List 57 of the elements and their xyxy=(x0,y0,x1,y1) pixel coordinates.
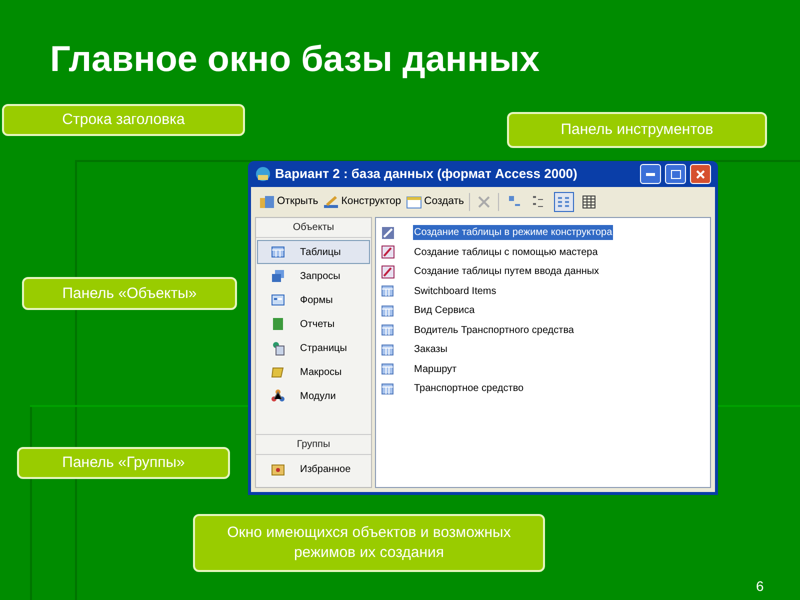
object-type-item[interactable]: Модули xyxy=(257,384,370,408)
table-icon xyxy=(380,322,396,338)
object-type-item[interactable]: Запросы xyxy=(257,264,370,288)
pane-header: Объекты xyxy=(256,218,371,238)
maximize-button[interactable] xyxy=(665,164,686,184)
table-icon xyxy=(380,380,396,397)
table-icon xyxy=(380,361,396,378)
wizard-icon xyxy=(380,244,396,260)
new-table-icon xyxy=(406,194,422,210)
slide-title: Главное окно базы данных xyxy=(50,37,540,81)
view-button[interactable] xyxy=(554,192,574,212)
object-type-item[interactable]: Страницы xyxy=(257,336,370,360)
page-number: 6 xyxy=(756,577,764,596)
globe-page-icon xyxy=(270,340,286,356)
callout: Окно имеющихся объектов и возможных режимов их создания xyxy=(193,514,545,572)
close-icon xyxy=(696,170,705,178)
table-icon xyxy=(380,283,396,300)
callout: Строка заголовка xyxy=(2,104,245,136)
list-item[interactable]: Вид Сервиса xyxy=(413,303,476,318)
details-view-icon xyxy=(581,194,598,210)
delete-icon xyxy=(478,196,490,208)
object-type-item[interactable]: Таблицы xyxy=(257,240,370,264)
design-button[interactable]: Конструктор xyxy=(323,194,402,210)
pencil-ruler-icon xyxy=(323,194,340,210)
callout: Панель инструментов xyxy=(507,112,767,148)
new-button[interactable]: Создать xyxy=(406,194,464,210)
database-icon xyxy=(255,166,271,182)
list-item[interactable]: Транспортное средство xyxy=(413,381,525,396)
object-type-item[interactable]: Макросы xyxy=(257,360,370,384)
callout: Панель «Объекты» xyxy=(22,277,237,310)
object-type-item[interactable]: Отчеты xyxy=(257,312,370,336)
table-icon xyxy=(270,244,286,260)
stacked-windows-icon xyxy=(270,268,286,284)
list-item[interactable]: Маршрут xyxy=(413,362,458,377)
restore-icon xyxy=(670,170,680,178)
molecule-icon xyxy=(270,388,286,404)
close-button[interactable] xyxy=(690,164,711,184)
report-icon xyxy=(270,316,286,332)
window-title: Вариант 2 : база данных (формат Access 2000) xyxy=(275,165,578,184)
list-item[interactable]: Создание таблицы в режиме конструктора xyxy=(413,225,614,240)
list-item[interactable]: Switchboard Items xyxy=(413,284,498,299)
list-item[interactable]: Заказы xyxy=(413,342,448,358)
design-icon xyxy=(380,224,396,241)
wizard-icon xyxy=(380,264,396,280)
object-type-item[interactable]: Формы xyxy=(257,288,370,312)
pane-header: Группы xyxy=(256,435,371,455)
minimize-icon xyxy=(646,172,655,176)
list-item[interactable]: Создание таблицы с помощью мастера xyxy=(413,244,599,260)
list-item[interactable]: Создание таблицы путем ввода данных xyxy=(413,264,600,280)
open-button[interactable]: Открыть xyxy=(259,194,318,210)
table-icon xyxy=(380,342,396,358)
table-icon xyxy=(380,302,396,319)
object-type-item[interactable]: Избранное xyxy=(257,457,370,481)
list-item[interactable]: Водитель Транспортного средства xyxy=(413,322,575,338)
minimize-button[interactable] xyxy=(640,164,661,184)
callout: Панель «Группы» xyxy=(17,447,230,479)
form-icon xyxy=(270,292,286,308)
